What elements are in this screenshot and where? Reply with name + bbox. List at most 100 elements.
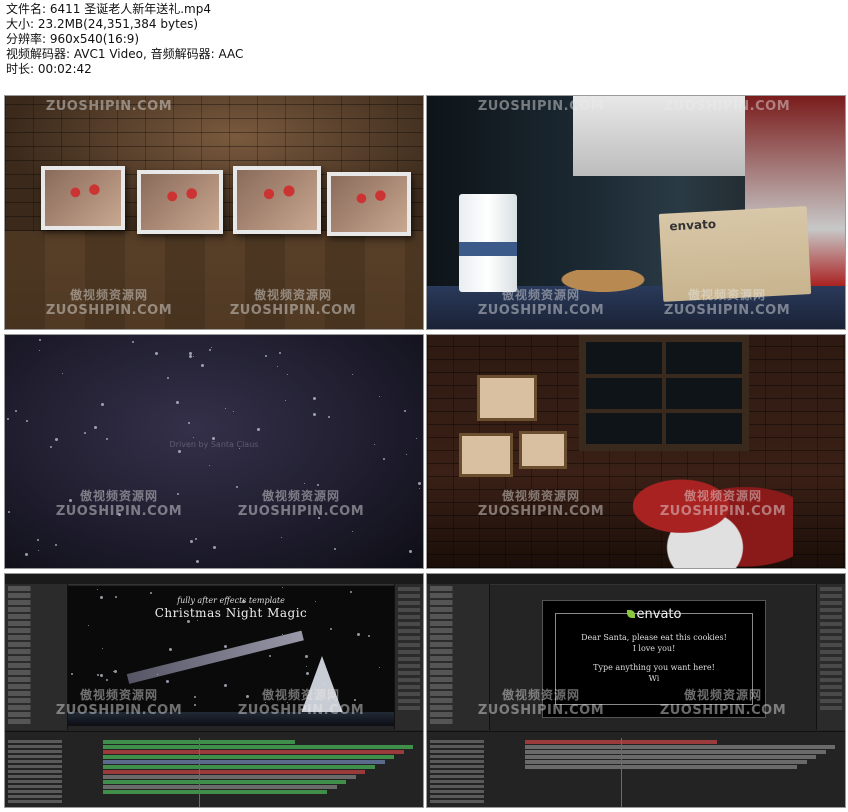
- snowflake: [169, 648, 172, 651]
- layer-bar[interactable]: [525, 760, 807, 764]
- snowflake: [317, 484, 319, 486]
- layer-bar[interactable]: [525, 755, 817, 759]
- snowflake: [187, 620, 190, 623]
- file-info-panel: 文件名: 6411 圣诞老人新年送礼.mp4 大小: 23.2MB(24,351…: [6, 2, 426, 77]
- layer-bar[interactable]: [525, 765, 797, 769]
- snowflake: [304, 483, 305, 484]
- layer-bar[interactable]: [103, 755, 395, 759]
- snowflake: [39, 350, 40, 351]
- snowflake: [94, 426, 97, 429]
- thumbnail-frame-5-after-effects: fully after effects template Christmas N…: [4, 573, 424, 808]
- panel-row: [820, 650, 842, 654]
- card-line-3: Type anything you want here!: [593, 663, 715, 672]
- snowflake: [313, 397, 316, 400]
- layer-bar[interactable]: [103, 770, 366, 774]
- layer-bar[interactable]: [103, 775, 356, 779]
- panel-row: [398, 671, 420, 675]
- snowflake: [368, 635, 370, 637]
- playhead[interactable]: [199, 738, 200, 807]
- snowflake: [330, 628, 332, 630]
- layer-bar[interactable]: [103, 750, 404, 754]
- snowflake: [97, 674, 99, 676]
- snowflake: [352, 374, 353, 375]
- thumbnail-frame-3: Driven by Santa Claus 傲视频资源网 ZUOSHIPIN.CO…: [4, 334, 424, 569]
- snowflake: [8, 511, 10, 513]
- panel-row: [430, 765, 520, 768]
- sleigh-ramp: [126, 630, 304, 684]
- panel-row: [430, 677, 486, 682]
- panel-row: [8, 719, 64, 724]
- panel-row: [430, 785, 520, 788]
- layer-bar[interactable]: [525, 745, 836, 749]
- panel-row: [820, 629, 842, 633]
- panel-row: [430, 755, 520, 758]
- panel-row: [430, 745, 520, 748]
- snowflake: [279, 352, 281, 354]
- panel-row: [820, 615, 842, 619]
- panel-row: [430, 790, 520, 793]
- card-line-2: I love you!: [632, 644, 676, 653]
- watermark: 傲视频资源网 ZUOSHIPIN.COM: [659, 688, 787, 718]
- panel-row: [8, 780, 98, 783]
- panel-row: [8, 770, 98, 773]
- panel-row: [398, 601, 420, 605]
- file-name: 文件名: 6411 圣诞老人新年送礼.mp4: [6, 2, 211, 16]
- panel-row: [430, 663, 486, 668]
- panel-row: [430, 780, 520, 783]
- panel-row: [820, 587, 842, 591]
- panel-row: [820, 685, 842, 689]
- snowflake: [313, 413, 316, 416]
- layer-bar[interactable]: [103, 765, 375, 769]
- snowflake: [416, 438, 417, 439]
- thumbnail-frame-6-after-effects: envato Dear Santa, please eat this cooki…: [426, 573, 846, 808]
- snowflake: [225, 408, 226, 409]
- panel-row: [8, 663, 64, 668]
- faint-caption: Driven by Santa Claus: [169, 440, 259, 449]
- wall-photo: [477, 375, 537, 421]
- watermark: 傲视频资源网 ZUOSHIPIN.COM: [477, 688, 605, 718]
- panel-row: [8, 607, 64, 612]
- playhead[interactable]: [621, 738, 622, 807]
- viewer-subtitle: fully after effects template: [177, 596, 285, 605]
- panel-row: [8, 745, 98, 748]
- layer-bar[interactable]: [103, 780, 347, 784]
- layer-bar[interactable]: [103, 745, 414, 749]
- watermark: 傲视频资源网 ZUOSHIPIN.COM: [237, 489, 365, 519]
- snowflake: [334, 548, 336, 550]
- panel-row: [820, 706, 842, 710]
- snowflake: [157, 674, 158, 675]
- wall-photo: [459, 433, 513, 477]
- panel-row: [430, 795, 520, 798]
- panel-row: [398, 699, 420, 703]
- panel-row: [8, 740, 98, 743]
- snowflake: [26, 420, 28, 422]
- watermark: 傲视频资源网 ZUOSHIPIN.COM: [477, 489, 605, 519]
- panel-row: [8, 593, 64, 598]
- panel-row: [8, 628, 64, 633]
- snowflake: [257, 428, 260, 431]
- timeline-tracks: [103, 738, 423, 807]
- wall-photo: [519, 431, 567, 469]
- panel-row: [430, 770, 520, 773]
- layer-bar[interactable]: [103, 785, 337, 789]
- snowflake: [350, 591, 352, 593]
- panel-row: [820, 671, 842, 675]
- timeline-panel: [5, 731, 423, 807]
- snowflake: [195, 538, 197, 540]
- family-photo: [137, 170, 223, 234]
- layer-bar[interactable]: [525, 750, 826, 754]
- panel-row: [8, 785, 98, 788]
- snowflake: [190, 540, 193, 543]
- watermark: 傲视频资源网 ZUOSHIPIN.COM: [663, 288, 791, 318]
- snowflake: [306, 672, 309, 675]
- panel-row: [398, 629, 420, 633]
- snowflake: [189, 352, 192, 355]
- layer-bar[interactable]: [103, 760, 385, 764]
- layer-bar[interactable]: [103, 790, 327, 794]
- snowflake: [197, 620, 198, 621]
- envato-logo: envato: [543, 607, 765, 622]
- snowflake: [113, 671, 114, 672]
- card-logo: envato: [669, 216, 717, 234]
- snowflake: [201, 364, 204, 367]
- snowflake: [62, 373, 63, 374]
